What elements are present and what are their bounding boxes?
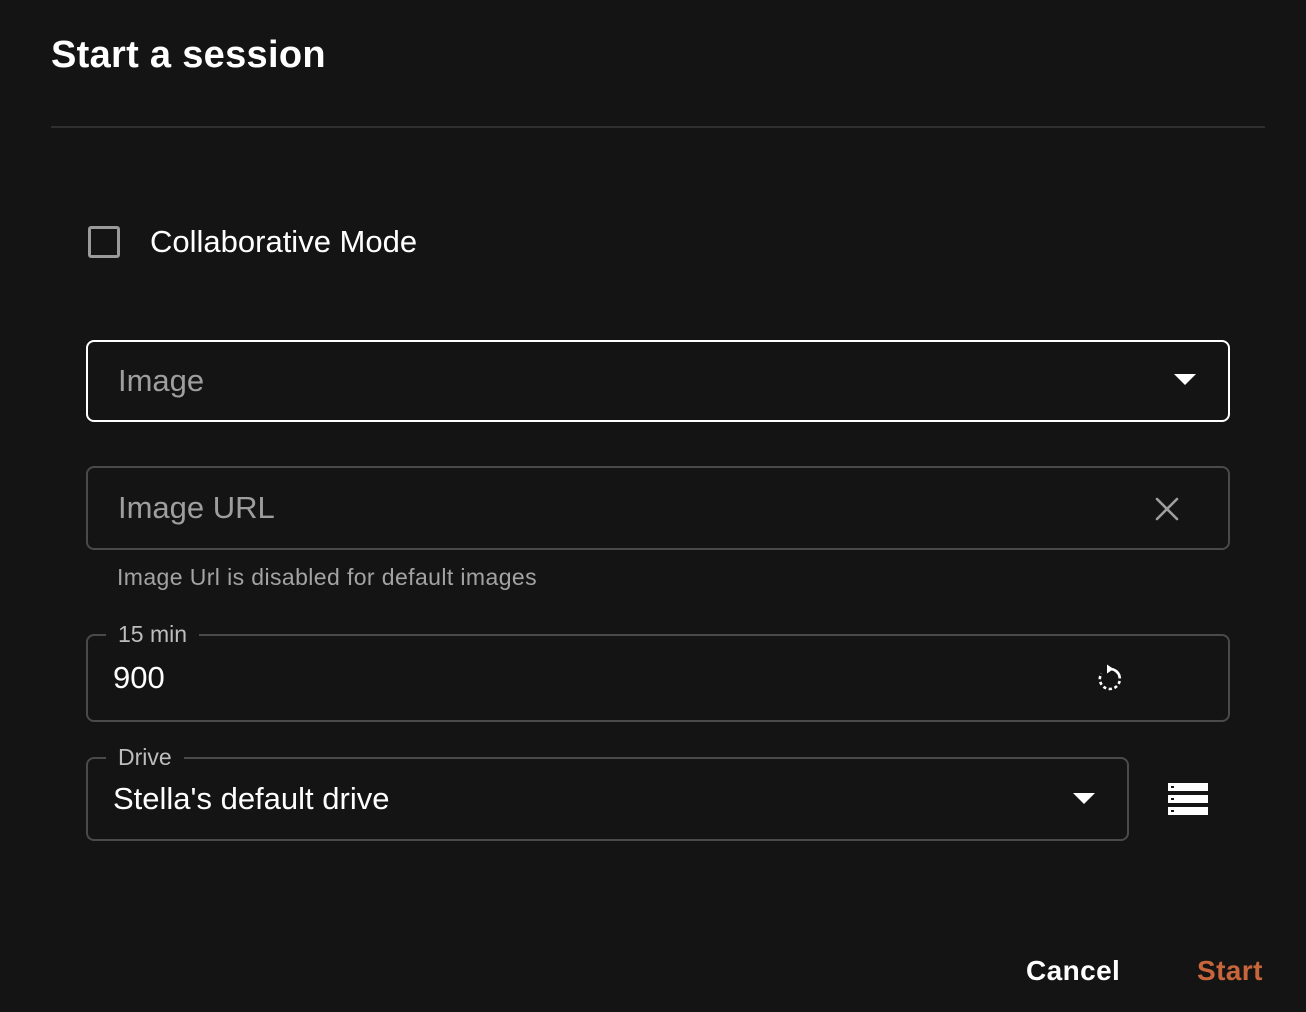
collaborative-mode-checkbox[interactable] — [88, 226, 120, 258]
reset-icon[interactable] — [1094, 663, 1126, 695]
image-url-helper-text: Image Url is disabled for default images — [117, 564, 537, 590]
image-select-placeholder: Image — [118, 363, 205, 398]
timeout-value[interactable]: 900 — [113, 660, 165, 696]
timeout-field[interactable]: 15 min 900 — [86, 617, 1230, 722]
drive-value: Stella's default drive — [113, 781, 390, 816]
title-divider — [51, 126, 1265, 128]
close-icon[interactable] — [1154, 496, 1180, 522]
collaborative-mode-label: Collaborative Mode — [150, 224, 418, 259]
start-session-dialog: Start a session Collaborative Mode Image… — [0, 0, 1306, 1012]
drive-select[interactable]: Drive Stella's default drive — [86, 740, 1129, 841]
drive-label: Drive — [106, 740, 184, 774]
cancel-button[interactable]: Cancel — [1026, 955, 1120, 987]
image-select[interactable]: Image — [86, 340, 1230, 422]
caret-down-icon[interactable] — [1073, 793, 1095, 804]
start-button[interactable]: Start — [1197, 955, 1263, 987]
dialog-title: Start a session — [51, 34, 326, 76]
image-url-field[interactable]: Image URL — [86, 466, 1230, 550]
collaborative-mode-row[interactable]: Collaborative Mode — [88, 222, 417, 262]
storage-icon[interactable] — [1167, 782, 1209, 816]
caret-down-icon[interactable] — [1174, 374, 1196, 385]
image-url-placeholder: Image URL — [118, 490, 275, 525]
timeout-label: 15 min — [106, 617, 200, 651]
